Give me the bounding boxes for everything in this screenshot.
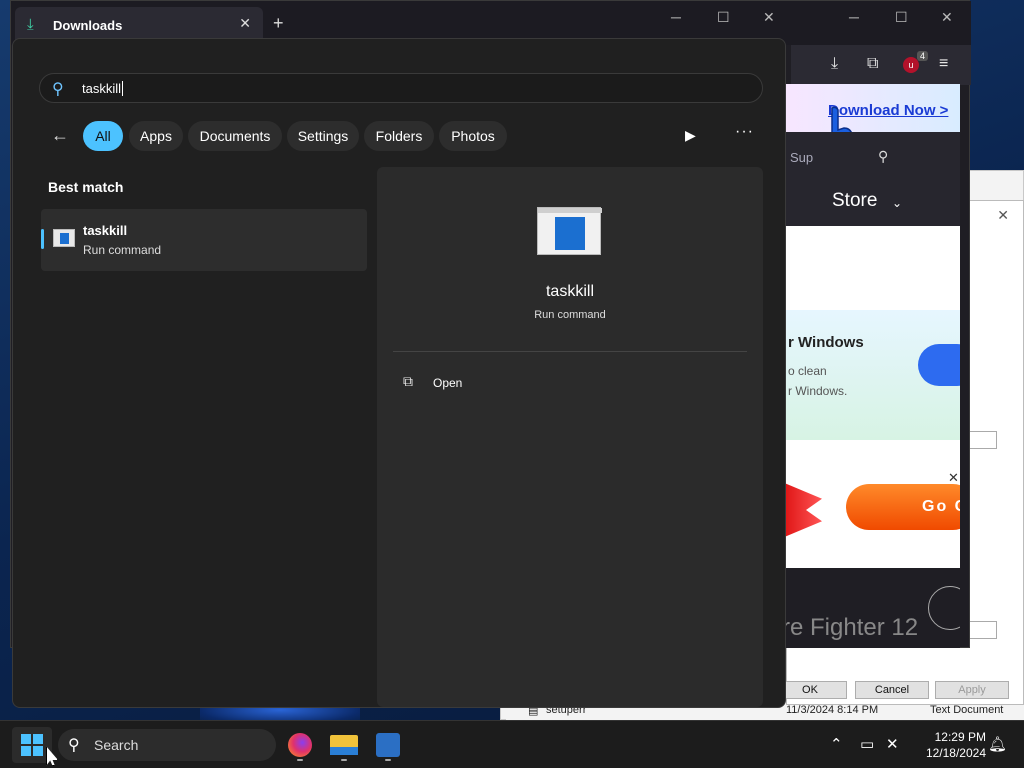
clock[interactable]: 12:29 PM 12/18/2024 [914, 729, 986, 761]
divider [393, 351, 747, 352]
open-label: Open [433, 376, 463, 390]
network-icon[interactable]: ▭ [860, 735, 874, 753]
new-tab-button[interactable]: + [273, 13, 284, 34]
open-action[interactable]: ⧉ Open [393, 369, 747, 399]
search-result-taskkill[interactable]: taskkill Run command [41, 209, 367, 271]
site-navbar: Sup ⚲ Store ⌄ [782, 132, 960, 226]
minimize-icon[interactable]: ─ [671, 9, 681, 25]
web-page[interactable]: Download Now > Sup ⚲ Store ⌄ r Windows o… [782, 84, 960, 648]
taskbar-search-label: Search [94, 737, 139, 753]
filter-settings[interactable]: Settings [287, 121, 359, 151]
dialog-field[interactable] [967, 431, 997, 449]
clock-time: 12:29 PM [934, 730, 986, 744]
running-indicator [297, 759, 303, 761]
nav-support-link[interactable]: Sup [790, 150, 813, 165]
taskbar-app-explorer[interactable] [328, 729, 360, 761]
open-external-icon: ⧉ [403, 373, 413, 389]
downloads-icon[interactable]: ⤓ [831, 55, 838, 73]
menu-icon[interactable]: ≡ [939, 55, 948, 73]
detail-subtitle: Run command [534, 309, 606, 321]
file-date: 11/3/2024 8:14 PM [786, 704, 879, 716]
maximize-icon[interactable]: ☐ [895, 9, 908, 26]
chevron-up-icon[interactable]: ⌃ [830, 735, 843, 753]
clock-date: 12/18/2024 [925, 746, 986, 760]
ad-go-button[interactable]: Go C [846, 484, 960, 530]
firefox-icon [288, 733, 312, 757]
browser-toolbar: ⤓ ⧉ u 4 ≡ [791, 45, 971, 85]
dialog-close-icon[interactable]: ✕ [997, 207, 1009, 224]
tab-title: Downloads [53, 18, 123, 33]
running-indicator [385, 759, 391, 761]
windows-logo-icon [21, 734, 43, 756]
taskbar-app-wise[interactable] [372, 729, 404, 761]
result-detail-pane: taskkill Run command ⧉ Open [377, 167, 763, 707]
apply-button[interactable]: Apply [935, 681, 1009, 699]
filter-photos[interactable]: Photos [439, 121, 507, 151]
download-banner: Download Now > [782, 84, 960, 162]
extensions-icon[interactable]: ⧉ [867, 55, 878, 73]
wise-cleaner-icon [376, 733, 400, 757]
promo-section: r Windows o clean r Windows. [782, 310, 960, 440]
filter-all[interactable]: All [83, 121, 123, 151]
download-icon: ⤓ [27, 16, 34, 33]
circle-button[interactable] [928, 586, 960, 630]
promo-title: r Windows [788, 334, 864, 351]
search-icon: ⚲ [68, 737, 80, 754]
start-search-panel[interactable]: ⚲ taskkill ← All Apps Documents Settings… [12, 38, 786, 708]
search-query: taskkill [82, 81, 124, 96]
minimize-icon[interactable]: ─ [849, 9, 859, 25]
notification-bell-icon[interactable]: 🔔︎ [988, 735, 1007, 753]
product-band: re Fighter 12 [782, 568, 960, 648]
search-icon[interactable]: ⚲ [878, 148, 888, 165]
promo-text: r Windows. [788, 384, 848, 398]
ad-banner[interactable]: ✕ Go C [782, 460, 960, 568]
file-type: Text Document [930, 704, 1004, 716]
back-arrow-icon[interactable]: ← [51, 125, 69, 146]
cancel-button[interactable]: Cancel [855, 681, 929, 699]
taskbar: ⚲ Search ⌃ ▭ ✕ 12:29 PM 12/18/2024 🔔︎ [0, 720, 1024, 768]
taskbar-app-firefox[interactable] [284, 729, 316, 761]
promo-button[interactable] [918, 344, 960, 386]
promo-text: o clean [788, 364, 827, 378]
detail-name: taskkill [545, 283, 594, 300]
search-icon: ⚲ [52, 81, 64, 98]
taskbar-search[interactable]: ⚲ Search [58, 729, 276, 761]
run-command-icon [53, 229, 75, 247]
result-subtitle: Run command [83, 243, 162, 257]
tab-close-icon[interactable]: ✕ [239, 15, 251, 32]
play-icon[interactable]: ▶ [685, 127, 696, 144]
extension-badge: 4 [917, 51, 929, 61]
filter-documents[interactable]: Documents [188, 121, 282, 151]
run-command-icon [537, 207, 602, 255]
filter-apps[interactable]: Apps [129, 121, 183, 151]
nav-store-link[interactable]: Store [832, 190, 877, 212]
maximize-icon[interactable]: ☐ [717, 9, 730, 26]
chevron-down-icon[interactable]: ⌄ [892, 196, 902, 210]
ad-graphic [782, 482, 822, 538]
search-input[interactable]: ⚲ taskkill [39, 73, 763, 103]
close-icon[interactable]: ✕ [941, 9, 953, 26]
dialog-field[interactable] [967, 621, 997, 639]
running-indicator [341, 759, 347, 761]
selection-indicator [41, 229, 44, 249]
file-explorer-icon [330, 735, 358, 755]
volume-muted-icon[interactable]: ✕ [886, 735, 899, 753]
close-icon[interactable]: ✕ [763, 9, 775, 26]
filter-folders[interactable]: Folders [364, 121, 434, 151]
more-options-icon[interactable]: ··· [735, 123, 754, 141]
product-title: re Fighter 12 [782, 614, 919, 641]
result-name: taskkill [83, 223, 128, 238]
best-match-heading: Best match [48, 179, 124, 195]
